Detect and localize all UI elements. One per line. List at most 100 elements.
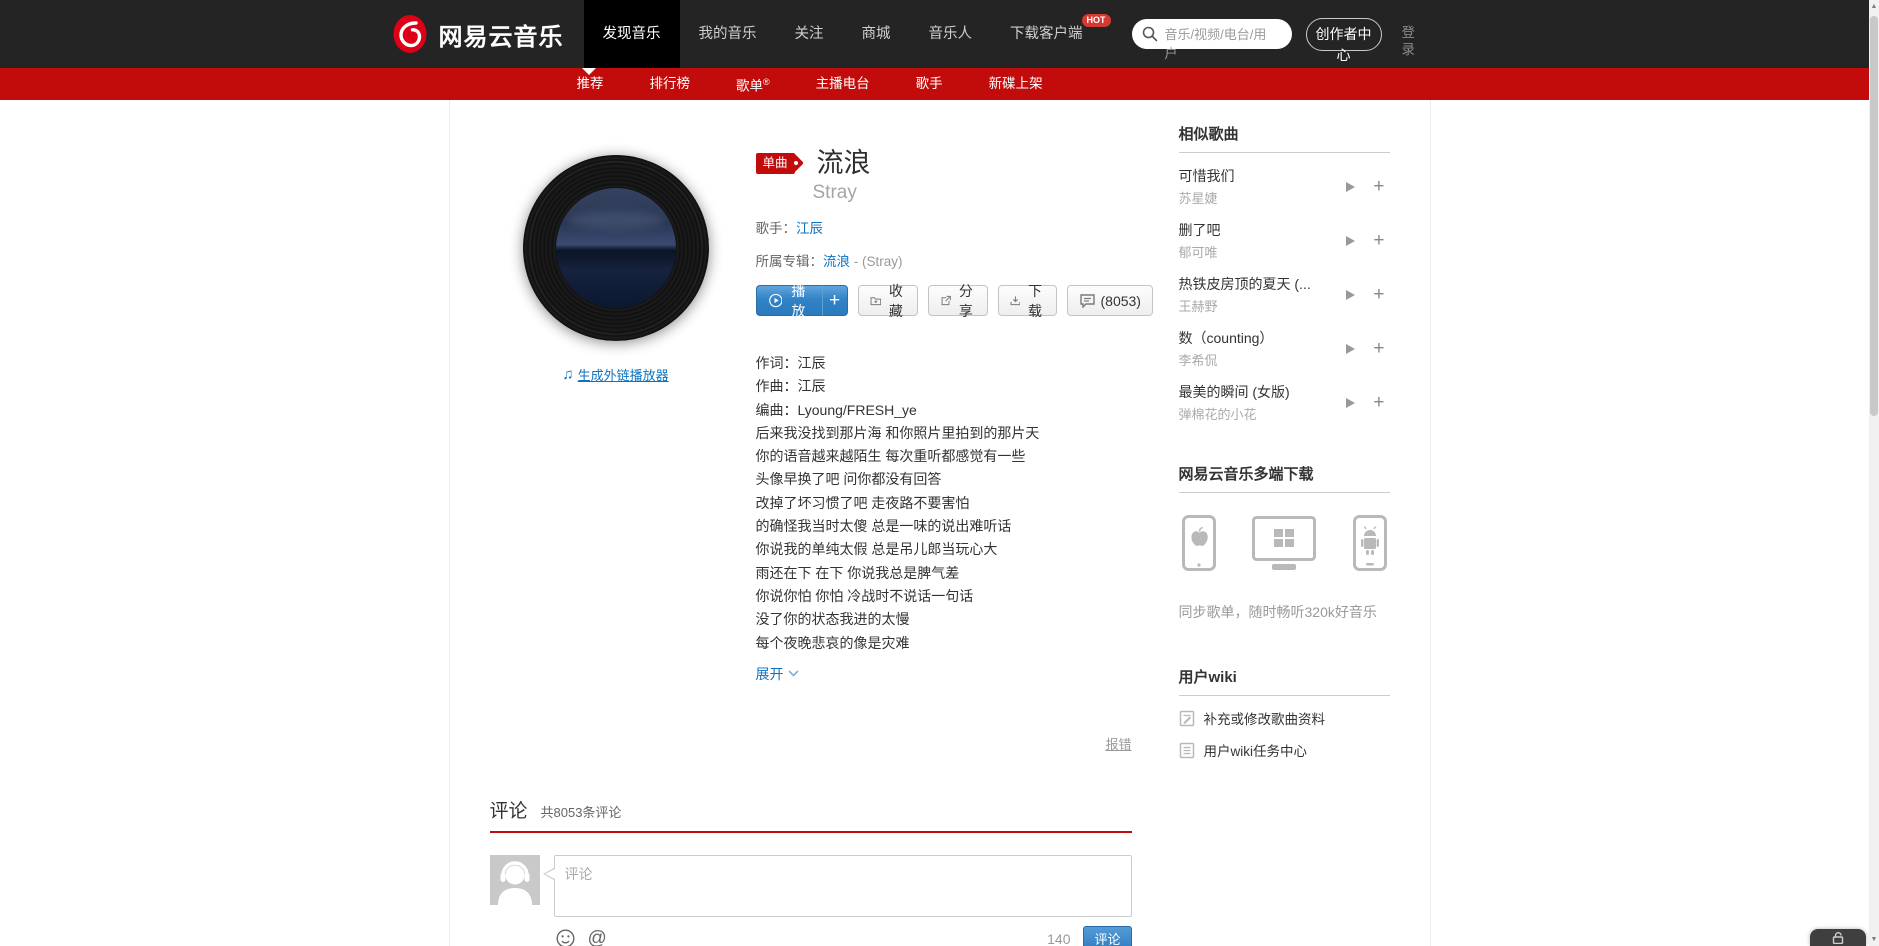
scrollbar-up-arrow-icon[interactable]: ▲ [1869,3,1879,10]
lyrics-line: 作曲：江辰 [755,378,826,395]
user-wiki-title: 用户wiki [1178,666,1390,696]
pc-icon[interactable] [1252,516,1316,570]
similar-song-artist[interactable]: 李希侃 [1179,350,1274,369]
doc-edit-icon [1179,710,1194,726]
scrollbar-thumb[interactable] [1870,16,1878,416]
active-tab-arrow-icon [581,68,596,75]
sidebar: 相似歌曲 可惜我们 苏星婕 + 删了吧 郁可唯 + 热铁皮房顶的夏天 (... … [1162,100,1430,946]
add-icon[interactable]: + [1373,393,1384,412]
similar-song-title[interactable]: 可惜我们 [1179,166,1235,186]
add-icon[interactable]: + [1373,231,1384,250]
search-placeholder: 音乐/视频/电台/用户 [1164,27,1267,61]
play-icon[interactable] [1346,343,1356,354]
player-lock-tab[interactable] [1810,929,1866,946]
nav-tab-musician[interactable]: 音乐人 [910,0,992,68]
album-label: 所属专辑： [755,254,824,269]
nav-tab-discover[interactable]: 发现音乐 [583,0,680,68]
similar-song-title[interactable]: 数（counting） [1179,328,1274,348]
lyrics-line: 雨还在下 在下 你说我总是脾气差 [755,564,960,581]
creator-center-button[interactable]: 创作者中心 [1305,17,1382,63]
iphone-icon[interactable] [1181,515,1216,571]
hot-badge: HOT [1081,14,1111,27]
wiki-edit-song-link[interactable]: 补充或修改歌曲资料 [1179,708,1390,728]
play-button[interactable]: 播放 [755,283,822,319]
nav-tab-follow[interactable]: 关注 [776,0,843,68]
generate-outer-player-link[interactable]: ♫ 生成外链播放器 [490,365,742,384]
subnav-rank[interactable]: 排行榜 [650,68,691,100]
play-icon[interactable] [1346,181,1356,192]
similar-songs-title: 相似歌曲 [1178,123,1390,153]
download-button[interactable]: 下载 [997,283,1057,319]
similar-song-title[interactable]: 最美的瞬间 (女版) [1179,382,1290,402]
registered-mark: ® [763,76,770,87]
search-input[interactable]: 音乐/视频/电台/用户 [1131,19,1292,61]
play-icon[interactable] [1346,235,1356,246]
comments-count: 共8053条评论 [540,804,622,820]
similar-song-title[interactable]: 删了吧 [1179,220,1221,240]
similar-song-title[interactable]: 热铁皮房顶的夏天 (... [1179,274,1311,294]
lyrics-line: 头像早换了吧 问你都没有回答 [755,471,942,488]
default-user-icon [489,854,540,905]
subnav-radio[interactable]: 主播电台 [816,68,870,100]
scrollbar-down-arrow-icon[interactable]: ▼ [1869,936,1879,943]
download-icon [1010,296,1020,306]
main-column: ♫ 生成外链播放器 单曲 流浪 Stray 歌手：江辰 所属专辑：流浪 - (S… [450,100,1162,946]
lyrics-line: 作词：江辰 [755,355,826,371]
add-icon[interactable]: + [1373,177,1384,196]
subnav-playlist[interactable]: 歌单® [736,66,770,103]
similar-song-row: 删了吧 郁可唯 + [1179,220,1390,261]
comments-header: 评论 共8053条评论 [489,796,1132,833]
nav-tab-my-music[interactable]: 我的音乐 [680,0,776,68]
lyrics-line: 的确怪我当时太傻 总是一味的说出难听话 [755,518,1012,535]
album-link[interactable]: 流浪 [823,254,850,269]
play-label: 播放 [791,282,806,319]
similar-song-artist[interactable]: 王赫野 [1179,296,1311,315]
submit-comment-button[interactable]: 评论 [1083,925,1132,946]
nav-tab-download-client[interactable]: 下载客户端 HOT [991,0,1111,68]
album-cover-image [555,188,676,308]
multi-client-download-title: 网易云音乐多端下载 [1178,463,1390,493]
wiki-edit-song-label: 补充或修改歌曲资料 [1203,712,1326,727]
expand-lyrics-link[interactable]: 展开 [756,664,799,684]
mention-icon[interactable]: @ [588,929,607,946]
emoji-icon[interactable] [556,929,575,946]
report-error-link[interactable]: 报错 [1105,737,1131,752]
netease-logo-icon [393,15,426,53]
add-icon[interactable]: + [1373,285,1384,304]
artist-link[interactable]: 江辰 [796,221,823,236]
comment-count-label: (8053) [1100,292,1141,309]
music-note-icon: ♫ [562,366,574,383]
download-label: 下载 [1027,282,1042,319]
play-icon[interactable] [1346,289,1356,300]
brand-title: 网易云音乐 [438,23,564,51]
subnav-new-album[interactable]: 新碟上架 [989,68,1043,100]
page-scrollbar[interactable]: ▲ ▼ [1869,0,1879,946]
device-icons [1179,515,1390,571]
similar-song-artist[interactable]: 弹棉花的小花 [1179,404,1290,423]
subnav-artist[interactable]: 歌手 [916,68,943,100]
similar-song-artist[interactable]: 苏星婕 [1179,188,1235,207]
nav-tab-mall[interactable]: 商城 [843,0,910,68]
comments-title: 评论 [489,800,528,822]
add-icon[interactable]: + [1373,339,1384,358]
comment-count-button[interactable]: (8053) [1066,285,1153,316]
favorite-button[interactable]: 收藏 [857,283,918,319]
artist-label: 歌手： [755,221,797,236]
app-logo[interactable]: 网易云音乐 [390,0,564,68]
android-icon[interactable] [1352,515,1387,571]
unlock-icon [1832,932,1844,944]
share-button[interactable]: 分享 [927,283,988,319]
login-link[interactable]: 登录 [1402,24,1417,58]
wiki-task-center-link[interactable]: 用户wiki任务中心 [1179,740,1390,760]
badge-dot [793,161,798,165]
comment-input[interactable] [553,854,1132,917]
add-to-playlist-button[interactable]: + [821,285,848,316]
song-title: 流浪 [816,148,871,178]
lyrics-line: 你说我的单纯太假 总是吊儿郎当玩心大 [755,541,998,558]
lyrics-line: 你说你怕 你怕 冷战时不说话一句话 [755,587,974,604]
search-icon [1142,26,1157,42]
play-icon[interactable] [1346,397,1356,408]
similar-song-artist[interactable]: 郁可唯 [1179,242,1221,261]
avatar [489,854,540,905]
content-wrapper: ♫ 生成外链播放器 单曲 流浪 Stray 歌手：江辰 所属专辑：流浪 - (S… [448,100,1431,946]
